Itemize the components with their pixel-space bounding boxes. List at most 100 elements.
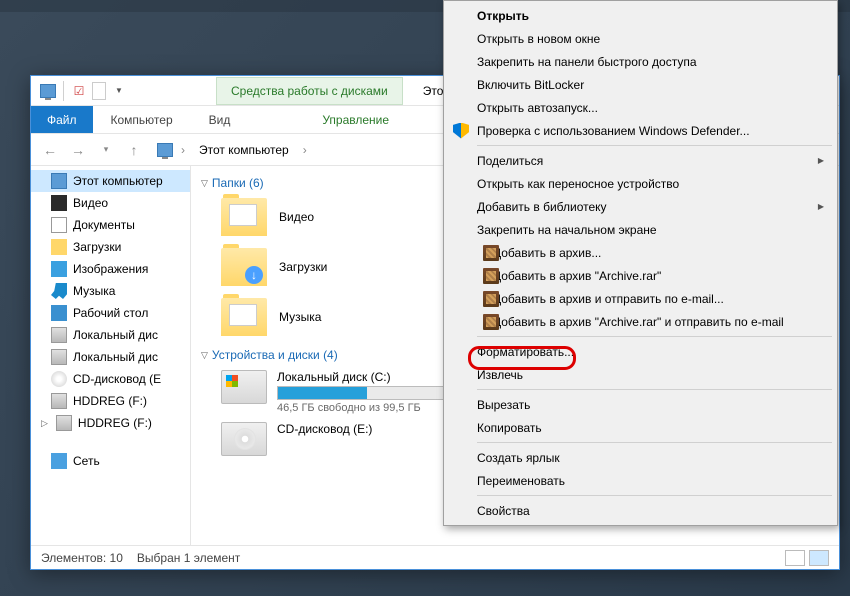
sidebar-item-pc[interactable]: Этот компьютер	[31, 170, 190, 192]
menu-item[interactable]: Открыть	[447, 4, 834, 27]
new-icon[interactable]	[92, 82, 106, 100]
menu-separator	[477, 442, 832, 443]
menu-item-label: Добавить в архив и отправить по e-mail..…	[493, 292, 724, 306]
menu-item-label: Вырезать	[477, 398, 530, 412]
rar-icon	[483, 291, 499, 307]
menu-item-label: Форматировать...	[477, 345, 574, 359]
menu-item[interactable]: Открыть автозапуск...	[447, 96, 834, 119]
hdd-icon	[51, 349, 67, 365]
menu-item-label: Поделиться	[477, 154, 543, 168]
menu-item[interactable]: Закрепить на начальном экране	[447, 218, 834, 241]
pc-icon	[51, 173, 67, 189]
sidebar-item-desk[interactable]: Рабочий стол	[31, 302, 190, 324]
sidebar-item-label: Рабочий стол	[73, 306, 148, 320]
cd-icon	[51, 371, 67, 387]
menu-item[interactable]: Копировать	[447, 416, 834, 439]
sidebar-item-label: Локальный дис	[73, 328, 158, 342]
folder-icon	[221, 298, 267, 336]
menu-item[interactable]: Добавить в библиотеку	[447, 195, 834, 218]
back-button[interactable]: ←	[39, 139, 61, 161]
menu-separator	[477, 336, 832, 337]
menu-item[interactable]: Закрепить на панели быстрого доступа	[447, 50, 834, 73]
sidebar-item-img[interactable]: Изображения	[31, 258, 190, 280]
folder-icon: ↓	[221, 248, 267, 286]
menu-item-label: Добавить в архив...	[493, 246, 601, 260]
net-icon	[51, 453, 67, 469]
ribbon-context-tab[interactable]: Средства работы с дисками	[216, 77, 403, 105]
menu-item[interactable]: Открыть в новом окне	[447, 27, 834, 50]
menu-item[interactable]: Добавить в архив...	[447, 241, 834, 264]
hdd-icon	[56, 415, 72, 431]
menu-item[interactable]: Включить BitLocker	[447, 73, 834, 96]
hdd-icon	[51, 393, 67, 409]
menu-separator	[477, 389, 832, 390]
forward-button[interactable]: →	[67, 139, 89, 161]
rar-icon	[483, 245, 499, 261]
menu-item[interactable]: Извлечь	[447, 363, 834, 386]
sidebar-item-hdd[interactable]: ▷ HDDREG (F:)	[31, 412, 190, 434]
sidebar-item-net[interactable]: Сеть	[31, 450, 190, 472]
sidebar-item-label: Локальный дис	[73, 350, 158, 364]
menu-item[interactable]: Добавить в архив "Archive.rar"	[447, 264, 834, 287]
desk-icon	[51, 305, 67, 321]
rar-icon	[483, 314, 499, 330]
menu-item[interactable]: Проверка с использованием Windows Defend…	[447, 119, 834, 142]
up-button[interactable]: ↑	[123, 139, 145, 161]
sidebar-item-doc[interactable]: Документы	[31, 214, 190, 236]
dropdown-icon[interactable]: ▼	[108, 80, 130, 102]
sidebar-item-hdd[interactable]: Локальный дис	[31, 346, 190, 368]
folder-label: Загрузки	[279, 260, 327, 274]
breadcrumb-this-pc[interactable]: Этот компьютер	[193, 140, 295, 160]
pc-icon	[37, 80, 59, 102]
menu-item[interactable]: Добавить в архив и отправить по e-mail..…	[447, 287, 834, 310]
menu-item[interactable]: Свойства	[447, 499, 834, 522]
recent-dropdown[interactable]: ▾	[95, 139, 117, 161]
sidebar-item-cd[interactable]: CD-дисковод (E	[31, 368, 190, 390]
menu-item[interactable]: Форматировать...	[447, 340, 834, 363]
sidebar-item-vid[interactable]: Видео	[31, 192, 190, 214]
folder-content-icon	[229, 304, 257, 326]
capacity-bar	[277, 386, 447, 400]
sidebar-item-mus[interactable]: Музыка	[31, 280, 190, 302]
sidebar-item-label: CD-дисковод (E	[73, 372, 161, 386]
manage-tab[interactable]: Управление	[304, 106, 407, 133]
details-view-button[interactable]	[785, 550, 805, 566]
menu-item[interactable]: Открыть как переносное устройство	[447, 172, 834, 195]
sidebar-item-label: Этот компьютер	[73, 174, 163, 188]
large-icons-view-button[interactable]	[809, 550, 829, 566]
menu-item[interactable]: Добавить в архив "Archive.rar" и отправи…	[447, 310, 834, 333]
properties-icon[interactable]: ☑	[68, 80, 90, 102]
sidebar-item-label: Изображения	[73, 262, 148, 276]
chevron-right-icon[interactable]: ›	[301, 143, 309, 157]
sidebar-item-dl[interactable]: Загрузки	[31, 236, 190, 258]
menu-item-label: Создать ярлык	[477, 451, 560, 465]
sidebar-item-label: Загрузки	[73, 240, 121, 254]
img-icon	[51, 261, 67, 277]
menu-item-label: Копировать	[477, 421, 542, 435]
shield-icon	[453, 123, 469, 139]
doc-icon	[51, 217, 67, 233]
menu-item[interactable]: Создать ярлык	[447, 446, 834, 469]
menu-item[interactable]: Вырезать	[447, 393, 834, 416]
chevron-right-icon[interactable]: ›	[179, 143, 187, 157]
folder-label: Видео	[279, 210, 314, 224]
group-label: Устройства и диски (4)	[212, 348, 338, 362]
sidebar-item-label: HDDREG (F:)	[78, 416, 152, 430]
menu-item[interactable]: Поделиться	[447, 149, 834, 172]
folder-icon	[221, 198, 267, 236]
vid-icon	[51, 195, 67, 211]
quick-access-toolbar: ☑ ▼	[31, 77, 136, 105]
view-tab[interactable]: Вид	[191, 106, 249, 133]
sidebar-item-hdd[interactable]: Локальный дис	[31, 324, 190, 346]
menu-item[interactable]: Переименовать	[447, 469, 834, 492]
menu-item-label: Проверка с использованием Windows Defend…	[477, 124, 750, 138]
menu-item-label: Открыть	[477, 9, 529, 23]
expand-icon[interactable]: ▷	[41, 418, 48, 429]
file-tab[interactable]: Файл	[31, 106, 93, 133]
menu-separator	[477, 495, 832, 496]
menu-item-label: Открыть в новом окне	[477, 32, 600, 46]
sidebar-item-hdd[interactable]: HDDREG (F:)	[31, 390, 190, 412]
menu-item-label: Закрепить на панели быстрого доступа	[477, 55, 697, 69]
computer-tab[interactable]: Компьютер	[93, 106, 191, 133]
menu-separator	[477, 145, 832, 146]
